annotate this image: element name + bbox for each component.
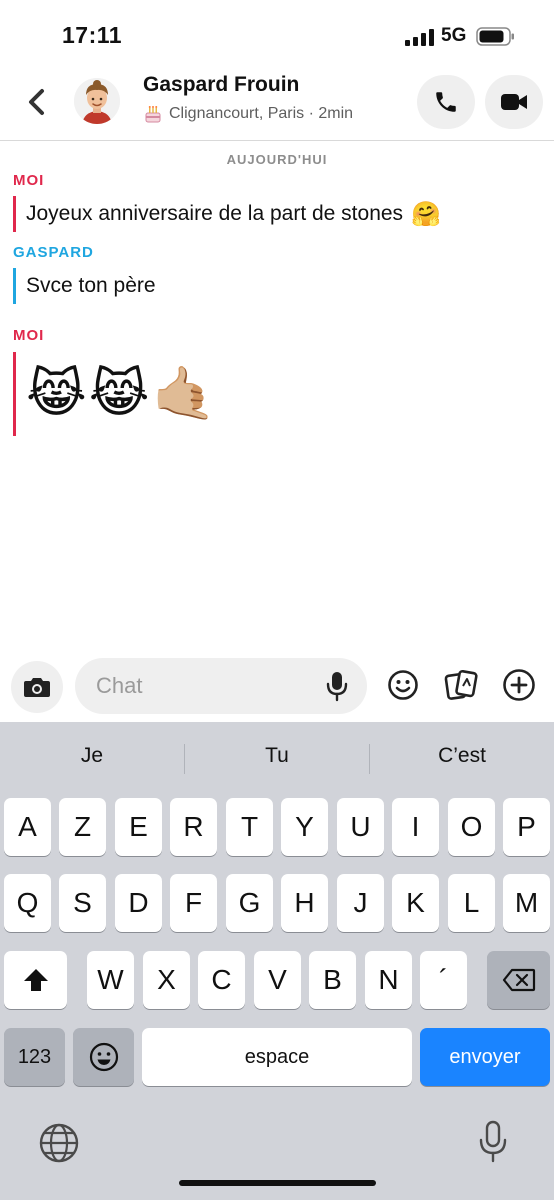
video-camera-icon [501,94,527,110]
space-key[interactable]: espace [142,1028,412,1086]
emoji-message: 😹😹🤙🏼 [26,365,219,423]
keyboard: Je Tu C’est A Z E R T Y U I O P Q S D F … [0,722,554,1200]
backspace-key[interactable] [487,951,550,1009]
key[interactable]: M [503,874,550,932]
microphone-icon[interactable] [325,670,349,702]
key[interactable]: B [309,951,356,1009]
key[interactable]: C [198,951,245,1009]
sender-label: GASPARD [13,244,94,261]
emoji-key-icon [89,1042,118,1072]
plus-circle-icon [503,669,535,701]
suggestion-item[interactable]: Tu [185,744,369,768]
key[interactable]: E [115,798,162,856]
date-separator: AUJOURD'HUI [226,152,328,167]
avatar[interactable] [74,78,120,124]
sender-label: MOI [13,327,45,344]
stickers-icon [444,669,478,700]
message-text: Joyeux anniversaire de la part de stones [26,202,404,225]
key[interactable]: H [281,874,328,932]
smiley-button[interactable] [385,667,421,703]
key[interactable]: O [448,798,495,856]
battery-icon [476,27,514,46]
message-bubble[interactable]: Joyeux anniversaire de la part de stones… [13,196,441,232]
key[interactable]: X [143,951,190,1009]
chat-header: Gaspard Frouin Clignancourt, Paris · 2mi… [0,64,554,141]
voice-call-button[interactable] [417,75,475,129]
key[interactable]: N [365,951,412,1009]
status-time: 17:11 [62,22,123,48]
key[interactable]: Z [59,798,106,856]
suggestion-item[interactable]: C’est [370,744,554,768]
shift-icon [23,969,48,991]
key[interactable]: Q [4,874,51,932]
key[interactable]: D [115,874,162,932]
camera-icon [24,678,50,697]
suggestion-item[interactable]: Je [0,744,184,768]
key[interactable]: Y [281,798,328,856]
key[interactable]: K [392,874,439,932]
key[interactable]: J [337,874,384,932]
key[interactable]: R [170,798,217,856]
signal-strength-icon [405,29,435,46]
bitmoji-avatar-icon [74,78,120,124]
message-bubble[interactable]: Svce ton père [13,268,156,304]
back-chevron-icon [29,89,44,115]
sender-label: MOI [13,172,45,189]
backspace-icon [502,968,535,992]
message-bubble[interactable]: 😹😹🤙🏼 [13,352,218,436]
suggestion-bar: Je Tu C’est [0,722,554,794]
chat-text-input[interactable] [75,658,367,714]
camera-button[interactable] [11,661,63,713]
back-button[interactable] [20,84,54,120]
status-bar: 17:11 5G [0,0,554,72]
shift-key[interactable] [4,951,67,1009]
hugging-emoji: 🤗 [411,200,441,228]
contact-name[interactable]: Gaspard Frouin [143,73,299,97]
cake-icon [145,106,161,123]
contact-location-status: Clignancourt, Paris · 2min [143,104,353,124]
key[interactable]: G [226,874,273,932]
dictation-microphone-icon[interactable] [478,1120,508,1164]
numbers-key[interactable]: 123 [4,1028,65,1086]
stickers-button[interactable] [443,667,479,703]
key[interactable]: S [59,874,106,932]
message-text: Svce ton père [26,274,156,297]
key[interactable]: W [87,951,134,1009]
key[interactable]: T [226,798,273,856]
globe-icon[interactable] [38,1122,80,1164]
key[interactable]: F [170,874,217,932]
network-type: 5G [441,25,467,46]
key[interactable]: V [254,951,301,1009]
video-call-button[interactable] [485,75,543,129]
more-button[interactable] [501,667,537,703]
key[interactable]: U [337,798,384,856]
send-key[interactable]: envoyer [420,1028,550,1086]
key[interactable]: A [4,798,51,856]
key[interactable]: I [392,798,439,856]
key[interactable]: P [503,798,550,856]
contact-status-text: Clignancourt, Paris · 2min [169,105,354,122]
smiley-icon [388,670,418,700]
key[interactable]: ´ [420,951,467,1009]
chat-input-bar [0,650,554,722]
emoji-key[interactable] [73,1028,134,1086]
key[interactable]: L [448,874,495,932]
phone-icon [436,92,456,112]
home-indicator [179,1180,376,1186]
